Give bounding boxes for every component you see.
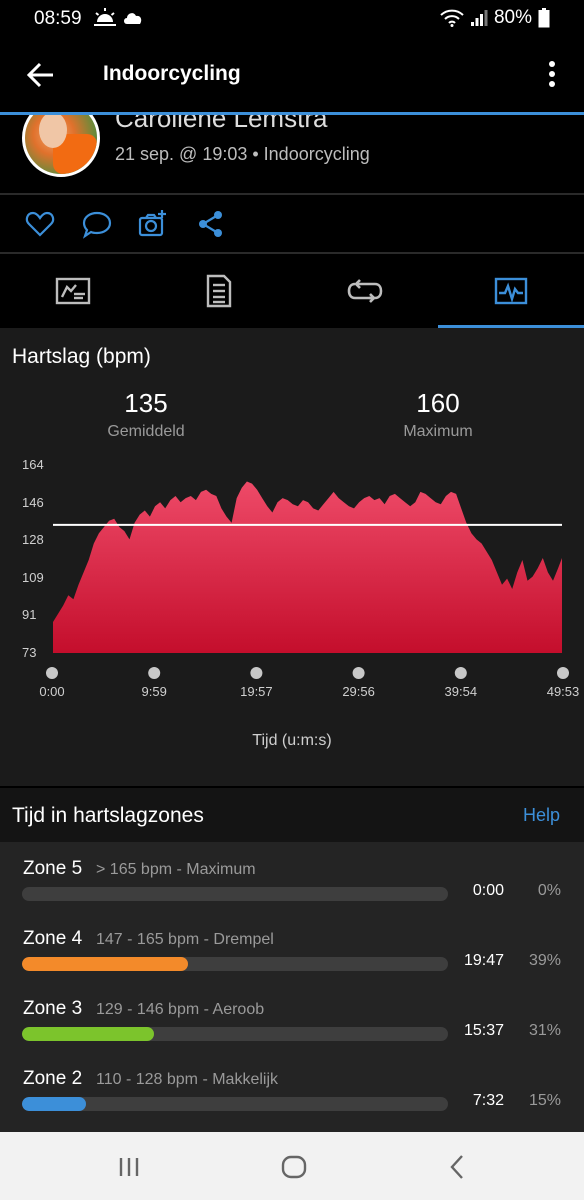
- x-tick-dot: [352, 667, 365, 679]
- tab-overview[interactable]: [0, 254, 146, 328]
- x-tick-dot: [454, 667, 467, 679]
- zone-time: 15:37: [463, 1022, 504, 1039]
- back-icon[interactable]: [443, 1152, 473, 1182]
- y-tick-label: 91: [22, 607, 37, 623]
- system-nav-bar: [0, 1132, 584, 1200]
- zone-time: 19:47: [463, 952, 504, 969]
- cloud-icon: [124, 13, 142, 24]
- zone-bar-track: [22, 1027, 448, 1041]
- x-tick-dot: [250, 667, 263, 679]
- status-bar: 08:59 80%: [0, 0, 584, 38]
- y-tick-label: 73: [22, 645, 37, 660]
- share-icon[interactable]: [196, 209, 226, 239]
- more-vertical-icon[interactable]: [540, 58, 564, 92]
- zone-range: > 165 bpm - Maximum: [96, 861, 256, 878]
- x-tick-label: 0:00: [39, 684, 65, 699]
- x-tick-label: 49:53: [546, 684, 580, 699]
- zone-name: Zone 5: [23, 858, 83, 879]
- x-tick-label: 9:59: [141, 684, 167, 699]
- home-icon[interactable]: [279, 1152, 309, 1182]
- x-tick-label: 39:54: [444, 684, 478, 699]
- user-name[interactable]: Caroliene Lemstra: [115, 115, 327, 134]
- zones-list: Zone 5 > 165 bpm - Maximum 0:00 0% Zone …: [0, 842, 584, 1132]
- zone-bar-fill: [22, 957, 189, 971]
- chart-pulse-icon: [494, 277, 528, 305]
- zone-name: Zone 2: [23, 1068, 83, 1089]
- x-tick-dot: [148, 667, 161, 679]
- zone-bar-track: [22, 887, 448, 901]
- y-tick-label: 109: [22, 569, 44, 585]
- heart-rate-chart[interactable]: [0, 328, 584, 708]
- x-tick-dot: [46, 667, 58, 679]
- zones-help-link[interactable]: Help: [523, 805, 560, 826]
- zone-2-row: Zone 2 110 - 128 bpm - Makkelijk 7:32 15…: [0, 1068, 584, 1138]
- avatar[interactable]: [22, 115, 100, 177]
- zone-bar-track: [22, 1097, 448, 1111]
- heart-icon[interactable]: [25, 209, 55, 239]
- zone-percent: 0%: [537, 882, 561, 899]
- status-time: 08:59: [34, 8, 82, 29]
- wifi-icon: [440, 9, 464, 27]
- x-tick-label: 29:56: [342, 684, 375, 699]
- zone-bar-track: [22, 957, 448, 971]
- app-bar: Indoorcycling: [0, 38, 584, 114]
- laps-loop-icon: [347, 279, 383, 303]
- zone-bar-fill: [22, 1097, 86, 1111]
- social-actions: [0, 195, 584, 253]
- y-tick-label: 164: [22, 457, 44, 472]
- battery-percent: 80%: [493, 7, 532, 28]
- zone-name: Zone 3: [23, 998, 83, 1019]
- comment-icon[interactable]: [82, 209, 112, 239]
- zone-name: Zone 4: [23, 928, 83, 949]
- tab-bar: [0, 254, 584, 328]
- x-axis-label: Tijd (u:m:s): [252, 732, 332, 749]
- zone-range: 147 - 165 bpm - Drempel: [96, 931, 274, 948]
- tab-stats[interactable]: [146, 254, 292, 328]
- activity-header: Caroliene Lemstra 21 sep. @ 19:03 • Indo…: [0, 115, 584, 195]
- map-summary-icon: [55, 277, 91, 305]
- heart-rate-area: [53, 481, 562, 653]
- y-tick-label: 146: [22, 494, 44, 510]
- zone-range: 129 - 146 bpm - Aeroob: [96, 1001, 265, 1018]
- x-tick-dot: [557, 667, 569, 679]
- zone-range: 110 - 128 bpm - Makkelijk: [96, 1071, 278, 1088]
- zones-header: Tijd in hartslagzones Help: [0, 788, 584, 842]
- zones-title: Tijd in hartslagzones: [12, 804, 204, 827]
- recent-apps-icon[interactable]: [114, 1152, 144, 1182]
- x-tick-label: 19:57: [240, 684, 273, 699]
- tab-charts[interactable]: [438, 254, 584, 328]
- zone-percent: 15%: [528, 1092, 561, 1109]
- tab-laps[interactable]: [292, 254, 438, 328]
- arrow-left-icon[interactable]: [24, 58, 58, 92]
- document-list-icon: [206, 274, 232, 308]
- activity-meta: 21 sep. @ 19:03 • Indoorcycling: [115, 144, 370, 164]
- zone-percent: 39%: [528, 952, 561, 969]
- heart-rate-card: Hartslag (bpm) 135 Gemiddeld 160 Maximum…: [0, 328, 584, 786]
- zone-bar-fill: [22, 1027, 155, 1041]
- weather-sun-icon: [94, 8, 116, 26]
- zone-percent: 31%: [528, 1022, 561, 1039]
- zone-time: 0:00: [472, 882, 504, 899]
- zone-5-row: Zone 5 > 165 bpm - Maximum 0:00 0%: [0, 858, 584, 928]
- camera-plus-icon[interactable]: [138, 209, 168, 239]
- battery-icon: [538, 8, 550, 28]
- page-title: Indoorcycling: [103, 62, 241, 85]
- zone-3-row: Zone 3 129 - 146 bpm - Aeroob 15:37 31%: [0, 998, 584, 1068]
- y-tick-label: 128: [22, 532, 44, 548]
- zone-4-row: Zone 4 147 - 165 bpm - Drempel 19:47 39%: [0, 928, 584, 998]
- signal-icon: [470, 10, 488, 26]
- zone-time: 7:32: [472, 1092, 504, 1109]
